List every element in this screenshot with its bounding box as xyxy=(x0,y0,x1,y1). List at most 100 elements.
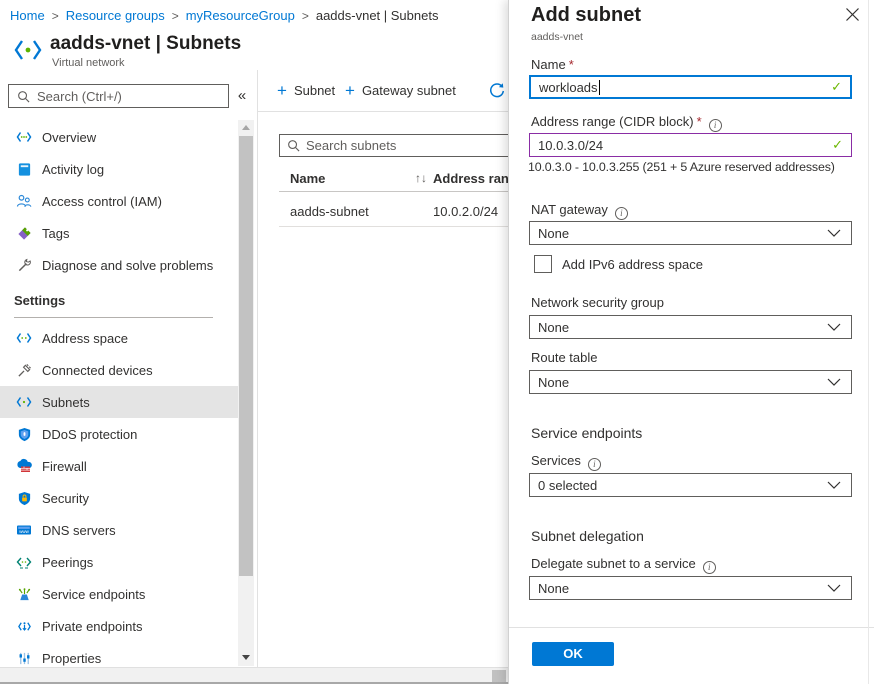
refresh-icon[interactable] xyxy=(488,82,506,100)
column-header-name[interactable]: Name xyxy=(290,171,325,186)
nat-gateway-select[interactable]: None xyxy=(529,221,852,245)
sidebar-search-placeholder: Search (Ctrl+/) xyxy=(37,89,122,104)
sidebar-item-address-space[interactable]: Address space xyxy=(0,322,238,354)
info-icon[interactable]: i xyxy=(615,207,628,220)
chevron-down-icon xyxy=(827,481,841,489)
breadcrumb: Home>Resource groups>myResourceGroup>aad… xyxy=(10,8,438,23)
sidebar-item-ddos-protection[interactable]: DDoS protection xyxy=(0,418,238,450)
sidebar-item-connected-devices[interactable]: Connected devices xyxy=(0,354,238,386)
sidebar-item-label: Activity log xyxy=(42,162,104,177)
table-row-subnet-name[interactable]: aadds-subnet xyxy=(290,204,369,219)
sidebar-collapse-button[interactable]: « xyxy=(231,85,253,107)
nsg-label: Network security group xyxy=(531,295,664,310)
sidebar-item-label: DDoS protection xyxy=(42,427,137,442)
iam-icon xyxy=(16,193,32,209)
info-icon[interactable]: i xyxy=(703,561,716,574)
service-endpoints-icon xyxy=(16,586,32,602)
sidebar-settings-header: Settings xyxy=(14,293,65,308)
chevron-down-icon xyxy=(827,323,841,331)
activity-log-icon xyxy=(16,161,32,177)
info-icon[interactable]: i xyxy=(588,458,601,471)
subnet-list-pane: + Subnet + Gateway subnet Search subnets… xyxy=(258,70,508,667)
ipv6-checkbox-label[interactable]: Add IPv6 address space xyxy=(562,257,703,272)
sidebar-item-label: Peerings xyxy=(42,555,93,570)
panel-title: Add subnet xyxy=(531,4,641,27)
delegate-select[interactable]: None xyxy=(529,576,852,600)
breadcrumb-resource-groups[interactable]: Resource groups xyxy=(66,8,165,23)
sidebar-item-diagnose[interactable]: Diagnose and solve problems xyxy=(0,249,238,281)
subnet-search-input[interactable]: Search subnets xyxy=(279,134,508,157)
add-subnet-button[interactable]: + Subnet xyxy=(277,70,335,111)
diagnose-icon xyxy=(16,257,32,273)
properties-icon xyxy=(16,650,32,666)
subnet-delegation-header: Subnet delegation xyxy=(531,528,644,544)
sidebar-item-label: Subnets xyxy=(42,395,90,410)
sidebar-item-label: Overview xyxy=(42,130,96,145)
sidebar-scrollbar[interactable] xyxy=(238,120,254,666)
sidebar-item-label: Connected devices xyxy=(42,363,153,378)
sidebar-item-activity-log[interactable]: Activity log xyxy=(0,153,238,185)
breadcrumb-separator: > xyxy=(52,9,59,23)
firewall-icon xyxy=(16,458,32,474)
horizontal-scrollbar-thumb[interactable] xyxy=(492,670,506,682)
address-range-input[interactable]: 10.0.3.0/24 ✓ xyxy=(529,133,852,157)
toolbar-divider xyxy=(258,111,508,112)
info-icon[interactable]: i xyxy=(709,119,722,132)
panel-footer-divider xyxy=(509,627,874,628)
required-asterisk: * xyxy=(697,114,702,129)
close-icon[interactable] xyxy=(845,7,861,23)
ok-button[interactable]: OK xyxy=(532,642,614,666)
sidebar-item-label: Tags xyxy=(42,226,69,241)
security-icon xyxy=(16,490,32,506)
panel-subtitle: aadds-vnet xyxy=(531,31,583,43)
chevron-down-icon xyxy=(827,378,841,386)
panel-scrollbar-track xyxy=(868,0,869,684)
sidebar-item-access-control[interactable]: Access control (IAM) xyxy=(0,185,238,217)
scrollbar-thumb[interactable] xyxy=(239,136,253,576)
sort-icon[interactable]: ↑↓ xyxy=(415,171,427,185)
private-endpoints-icon xyxy=(16,618,32,634)
services-select[interactable]: 0 selected xyxy=(529,473,852,497)
breadcrumb-myresourcegroup[interactable]: myResourceGroup xyxy=(186,8,295,23)
connected-devices-icon xyxy=(16,362,32,378)
sidebar-item-tags[interactable]: Tags xyxy=(0,217,238,249)
chevron-down-icon xyxy=(827,584,841,592)
subnets-icon xyxy=(16,394,32,410)
vnet-icon xyxy=(13,37,43,66)
sidebar-item-label: Diagnose and solve problems xyxy=(42,258,213,273)
breadcrumb-home[interactable]: Home xyxy=(10,8,45,23)
service-endpoints-header: Service endpoints xyxy=(531,425,642,441)
route-table-select[interactable]: None xyxy=(529,370,852,394)
sidebar-item-label: DNS servers xyxy=(42,523,116,538)
scrollbar-down-arrow-icon[interactable] xyxy=(242,655,250,660)
sidebar-item-subnets[interactable]: Subnets xyxy=(0,386,238,418)
table-row-address-range: 10.0.2.0/24 xyxy=(433,204,498,219)
sidebar-search-input[interactable]: Search (Ctrl+/) xyxy=(8,84,229,108)
name-input[interactable]: workloads ✓ xyxy=(529,75,852,99)
sidebar-item-private-endpoints[interactable]: Private endpoints xyxy=(0,610,238,642)
sidebar: Search (Ctrl+/) « Overview Activity log … xyxy=(0,70,257,667)
sidebar-item-label: Security xyxy=(42,491,89,506)
dns-icon: www xyxy=(16,522,32,538)
sidebar-item-firewall[interactable]: Firewall xyxy=(0,450,238,482)
sidebar-item-overview[interactable]: Overview xyxy=(0,121,238,153)
column-header-address-range[interactable]: Address range xyxy=(433,171,508,186)
ipv6-checkbox[interactable] xyxy=(534,255,552,273)
breadcrumb-current: aadds-vnet | Subnets xyxy=(316,8,439,23)
peerings-icon xyxy=(16,554,32,570)
breadcrumb-separator: > xyxy=(302,9,309,23)
address-range-hint: 10.0.3.0 - 10.0.3.255 (251 + 5 Azure res… xyxy=(528,160,835,174)
settings-divider xyxy=(14,317,213,318)
sidebar-item-dns-servers[interactable]: www DNS servers xyxy=(0,514,238,546)
sidebar-item-security[interactable]: Security xyxy=(0,482,238,514)
subnet-search-placeholder: Search subnets xyxy=(306,138,396,153)
text-cursor xyxy=(599,80,600,95)
add-gateway-subnet-button[interactable]: + Gateway subnet xyxy=(345,70,456,111)
sidebar-item-properties[interactable]: Properties xyxy=(0,642,238,667)
nsg-select[interactable]: None xyxy=(529,315,852,339)
required-asterisk: * xyxy=(569,57,574,72)
scrollbar-up-arrow-icon[interactable] xyxy=(242,125,250,130)
sidebar-item-service-endpoints[interactable]: Service endpoints xyxy=(0,578,238,610)
route-table-label: Route table xyxy=(531,350,598,365)
sidebar-item-peerings[interactable]: Peerings xyxy=(0,546,238,578)
